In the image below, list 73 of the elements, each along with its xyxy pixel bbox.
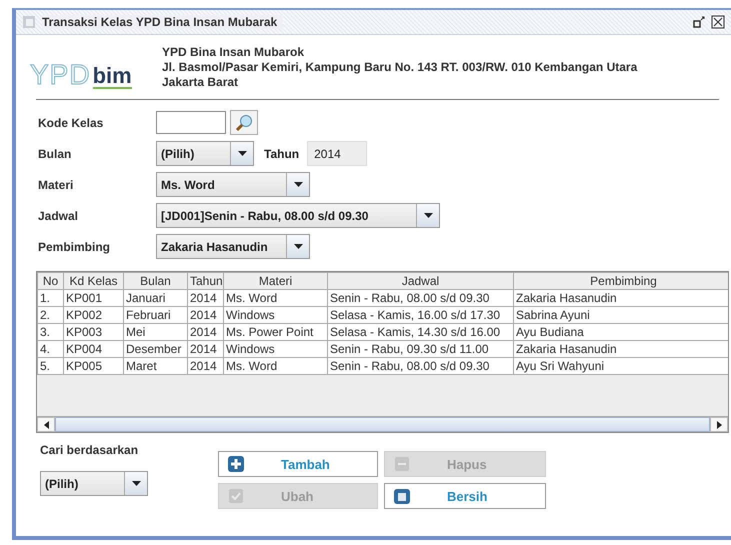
table-cell: Desember [124, 340, 188, 358]
table-cell: Ms. Power Point [224, 324, 328, 340]
column-header[interactable]: Jadwal [328, 272, 514, 290]
field-label: Tahun [264, 146, 300, 160]
caret-icon [238, 151, 246, 156]
month-dropdown[interactable]: (Pilih) [156, 141, 254, 166]
table-cell: Januari [124, 290, 188, 306]
schedule-dropdown[interactable]: [JD001]Senin - Rabu, 08.00 s/d 09.30 [156, 203, 440, 228]
column-header[interactable]: Materi [224, 272, 328, 290]
table-cell: Selasa - Kamis, 16.00 s/d 17.30 [328, 306, 514, 324]
search-dropdown[interactable]: (Pilih) [40, 471, 148, 496]
column-header[interactable]: Tahun [188, 272, 224, 290]
table-cell: KP004 [64, 340, 124, 358]
table-cell: Ms. Word [224, 290, 328, 306]
table-cell: Windows [224, 306, 328, 324]
table-cell: 3. [38, 324, 64, 340]
table-cell: Mei [124, 324, 188, 340]
year-field: 2014 [307, 141, 368, 166]
right-arrow-icon[interactable] [716, 420, 722, 428]
address-text: Jl. Basmol/Pasar Kemiri, Kampung Baru No. 143 RT. 003/RW. 010 Kembangan Utara [162, 60, 638, 74]
mentor-dropdown[interactable]: Zakaria Hasanudin [156, 234, 310, 259]
table-cell: 2. [38, 306, 64, 324]
checkmark-icon [227, 487, 245, 505]
field-label: Bulan [38, 146, 72, 160]
column-header[interactable]: No [38, 272, 64, 290]
table-cell: Senin - Rabu, 08.00 s/d 09.30 [328, 358, 514, 374]
table-cell: Windows [224, 340, 328, 358]
column-header[interactable]: Kd Kelas [64, 272, 124, 290]
search-icon [235, 114, 253, 132]
logo: YPD bim [30, 58, 133, 89]
table-cell: Senin - Rabu, 08.00 s/d 09.30 [328, 290, 514, 306]
caret-icon [294, 182, 302, 187]
plus-icon [227, 455, 245, 473]
field-label: Materi [38, 178, 74, 192]
field-label: Kode Kelas [38, 116, 104, 130]
add-button[interactable]: Tambah [218, 451, 378, 477]
column-header[interactable]: Bulan [124, 272, 188, 290]
table-cell: 2014 [188, 358, 224, 374]
search-label: Cari berdasarkan [40, 443, 140, 457]
field-label: Jadwal [38, 208, 80, 222]
table-cell: 1. [38, 290, 64, 306]
table-cell: 5. [38, 358, 64, 374]
table-cell: 4. [38, 340, 64, 358]
table-cell: 2014 [188, 290, 224, 306]
input-field[interactable] [156, 111, 226, 134]
table-cell: Senin - Rabu, 09.30 s/d 11.00 [328, 340, 514, 358]
window-icon [22, 15, 36, 29]
subject-dropdown[interactable]: Ms. Word [156, 172, 310, 197]
caret-icon [294, 244, 302, 249]
table-cell: KP003 [64, 324, 124, 340]
horizontal-scrollbar[interactable] [37, 416, 728, 432]
organization-name: YPD Bina Insan Mubarok [162, 45, 306, 59]
caret-icon [424, 213, 432, 218]
table-cell: Februari [124, 306, 188, 324]
close-icon[interactable] [711, 15, 725, 29]
table-cell: 2014 [188, 340, 224, 358]
table-cell: KP001 [64, 290, 124, 306]
caret-icon [132, 481, 140, 486]
column-header[interactable]: Pembimbing [514, 272, 728, 290]
table-cell: Selasa - Kamis, 14.30 s/d 16.00 [328, 324, 514, 340]
restore-icon[interactable] [693, 16, 705, 28]
table-cell: KP002 [64, 306, 124, 324]
search-button[interactable] [230, 110, 258, 135]
city-text: Jakarta Barat [162, 75, 240, 89]
clear-button[interactable]: Bersih [384, 483, 546, 509]
table-cell: 2014 [188, 306, 224, 324]
table-cell: Maret [124, 358, 188, 374]
field-label: Pembimbing [38, 240, 112, 254]
table-cell: KP005 [64, 358, 124, 374]
left-arrow-icon[interactable] [44, 420, 48, 428]
table-cell: 2014 [188, 324, 224, 340]
table-cell: Ms. Word [224, 358, 328, 374]
window-title: Transaksi Kelas YPD Bina Insan Mubarak [42, 15, 284, 29]
